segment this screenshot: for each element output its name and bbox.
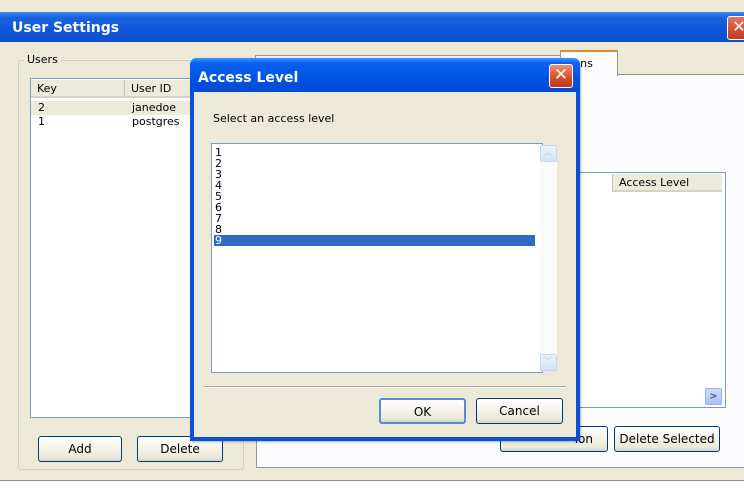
cancel-button[interactable]: Cancel xyxy=(476,398,563,424)
list-item-selected[interactable]: 9 xyxy=(214,235,535,246)
vertical-scrollbar[interactable]: ︿ ﹀ xyxy=(540,145,557,371)
list-item[interactable]: 4 xyxy=(214,180,535,191)
list-item[interactable]: 1 xyxy=(214,147,535,158)
background-window-fragment xyxy=(0,480,744,492)
window-title: User Settings xyxy=(12,20,120,36)
table-row-user-id[interactable]: janedoe xyxy=(132,101,176,115)
table-row-key[interactable]: 1 xyxy=(38,115,45,129)
add-user-button[interactable]: Add xyxy=(38,436,122,462)
access-level-list[interactable]: 1 2 3 4 5 6 7 8 9 ︿ ﹀ xyxy=(211,143,557,373)
list-item[interactable]: 5 xyxy=(214,191,535,202)
access-level-dialog: Access Level ✕ Select an access level 1 … xyxy=(190,58,580,441)
divider xyxy=(204,386,566,388)
scroll-right-icon[interactable]: > xyxy=(705,388,722,405)
dialog-title: Access Level xyxy=(198,70,299,86)
scroll-up-icon[interactable]: ︿ xyxy=(540,145,557,162)
list-item[interactable]: 8 xyxy=(214,224,535,235)
list-item[interactable]: 7 xyxy=(214,213,535,224)
users-group-label: Users xyxy=(24,53,61,66)
dialog-body: Select an access level 1 2 3 4 5 6 7 8 9… xyxy=(194,92,576,437)
delete-selected-button[interactable]: Delete Selected xyxy=(614,426,720,452)
table-row-user-id[interactable]: postgres xyxy=(132,115,180,129)
column-header-key[interactable]: Key xyxy=(31,80,125,98)
list-item[interactable]: 3 xyxy=(214,169,535,180)
close-button[interactable]: ✕ xyxy=(727,16,744,40)
dialog-prompt: Select an access level xyxy=(213,112,335,125)
column-header-user-id[interactable]: User ID xyxy=(125,80,195,98)
dialog-close-button[interactable]: ✕ xyxy=(549,64,573,88)
list-item[interactable]: 6 xyxy=(214,202,535,213)
ok-button[interactable]: OK xyxy=(379,398,466,424)
column-header-access-level[interactable]: Access Level xyxy=(612,174,722,192)
scroll-down-icon[interactable]: ﹀ xyxy=(540,354,557,371)
list-item[interactable]: 2 xyxy=(214,158,535,169)
table-row-key[interactable]: 2 xyxy=(38,101,45,115)
